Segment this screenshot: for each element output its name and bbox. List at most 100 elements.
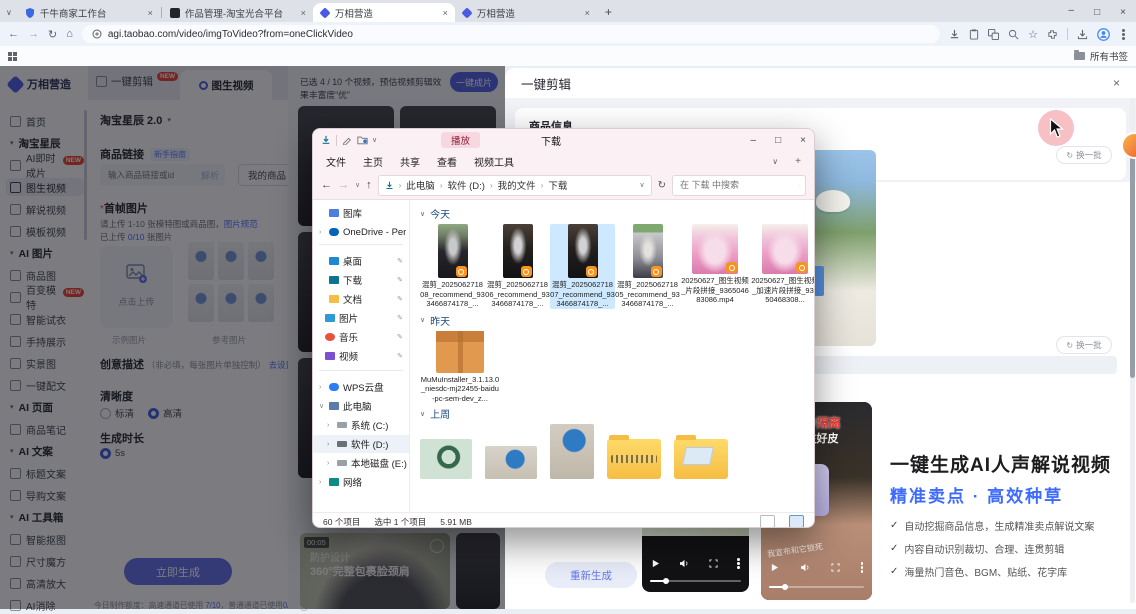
- group-today[interactable]: ∨今天: [420, 206, 815, 221]
- group-yesterday[interactable]: ∨昨天: [420, 313, 815, 328]
- browser-tab-3-active[interactable]: 万相营造 ×: [313, 3, 455, 22]
- file-folder[interactable]: [674, 439, 728, 479]
- browser-menu-kebab-icon[interactable]: [1122, 33, 1125, 36]
- translate-icon[interactable]: [988, 29, 999, 40]
- toolbar-chevron-icon[interactable]: ∨: [372, 136, 377, 144]
- file-today-1[interactable]: 混剪_202506271808_recommend_933466874178_.…: [420, 224, 485, 309]
- fullscreen-icon[interactable]: [831, 563, 840, 572]
- nav-drive-d-selected[interactable]: ›软件 (D:): [313, 435, 409, 453]
- file-zip-folder[interactable]: [607, 439, 661, 479]
- collapse-chevron-icon[interactable]: ∨: [420, 410, 425, 418]
- group-last-week[interactable]: ∨上周: [420, 406, 815, 421]
- zoom-search-icon[interactable]: [1008, 29, 1019, 40]
- fullscreen-icon[interactable]: [709, 559, 718, 568]
- profile-avatar[interactable]: [1097, 28, 1110, 41]
- collapse-chevron-icon[interactable]: ∨: [420, 210, 425, 218]
- volume-icon[interactable]: [679, 559, 690, 568]
- nav-drive-c[interactable]: ›系统 (C:): [313, 416, 409, 434]
- breadcrumb[interactable]: ›此电脑 ›软件 (D:) ›我的文件 ›下载 ∨: [378, 175, 652, 196]
- list-view-icon[interactable]: [760, 515, 775, 528]
- crumb-downloads[interactable]: 下载: [548, 178, 567, 192]
- crumb-my-files[interactable]: 我的文件: [498, 178, 536, 192]
- refresh-batch-button-1[interactable]: ↻换一批: [1056, 146, 1112, 164]
- crumb-drive-d[interactable]: 软件 (D:): [447, 178, 484, 192]
- crumb-this-pc[interactable]: 此电脑: [406, 178, 435, 192]
- play-contextual-tab[interactable]: 播放: [441, 132, 480, 148]
- file-image-green[interactable]: [420, 439, 472, 479]
- play-icon[interactable]: [770, 563, 779, 572]
- file-mumu-installer[interactable]: MuMuInstaller_3.1.13.0_niesdc-mj22455-ba…: [420, 331, 500, 404]
- player-kebab-icon[interactable]: [861, 566, 864, 569]
- regenerate-button[interactable]: 重新生成: [545, 562, 637, 588]
- extensions-icon[interactable]: [1047, 29, 1058, 40]
- clipboard-icon[interactable]: [969, 29, 979, 40]
- nav-desktop[interactable]: 桌面✎: [313, 252, 409, 270]
- menu-view[interactable]: 查看: [437, 154, 457, 169]
- nav-pictures[interactable]: 图片✎: [313, 309, 409, 327]
- tab-close-icon[interactable]: ×: [148, 8, 153, 18]
- refresh-icon[interactable]: ↻: [658, 180, 666, 191]
- window-close-button[interactable]: ×: [1120, 7, 1126, 18]
- window-minimize-button[interactable]: –: [1069, 5, 1075, 16]
- home-icon[interactable]: ⌂: [66, 28, 73, 40]
- collapse-chevron-icon[interactable]: ∨: [420, 316, 425, 324]
- nav-gallery[interactable]: 图库: [313, 204, 409, 222]
- tab-close-icon[interactable]: ×: [585, 8, 590, 18]
- modal-close-icon[interactable]: ×: [1113, 76, 1120, 90]
- reload-icon[interactable]: ↻: [48, 28, 57, 41]
- nav-documents[interactable]: 文档✎: [313, 290, 409, 308]
- file-today-5[interactable]: 20250627_图生视频_片段拼接_936504683086.mp4: [680, 224, 750, 305]
- file-today-6[interactable]: 20250627_图生视频_加速片段拼接_93650468308...: [750, 224, 815, 305]
- nav-up-icon[interactable]: ↑: [366, 179, 372, 191]
- nav-wps-cloud[interactable]: ›WPS云盘: [313, 378, 409, 396]
- menu-video-tools[interactable]: 视频工具: [474, 154, 514, 169]
- ribbon-collapse-icon[interactable]: ∨: [772, 157, 778, 166]
- downloads-tray-icon[interactable]: [1077, 29, 1088, 40]
- nav-videos[interactable]: 视频✎: [313, 347, 409, 365]
- url-bar[interactable]: agi.taobao.com/video/imgToVideo?from=one…: [82, 25, 940, 43]
- explorer-search-input[interactable]: [678, 179, 799, 191]
- progress-bar[interactable]: [769, 586, 864, 588]
- nav-onedrive[interactable]: ›OneDrive - Per: [313, 223, 409, 241]
- file-today-4[interactable]: 混剪_202506271805_recommend_933466874178_.…: [615, 224, 680, 309]
- player-kebab-icon[interactable]: [737, 562, 740, 565]
- apps-grid-icon[interactable]: [8, 52, 17, 61]
- url-text[interactable]: agi.taobao.com/video/imgToVideo?from=one…: [108, 29, 353, 40]
- file-today-3-selected[interactable]: 混剪_202506271807_recommend_933466874178_.…: [550, 224, 615, 309]
- menu-file[interactable]: 文件: [326, 154, 346, 169]
- file-image-hat[interactable]: [485, 446, 537, 479]
- file-explorer-window[interactable]: ∨ 播放 下载 – □ × 文件 主页 共享 查看 视频工具 ∨ + ← → ∨…: [312, 128, 815, 528]
- all-bookmarks[interactable]: 所有书签: [1074, 49, 1128, 63]
- explorer-maximize-button[interactable]: □: [775, 135, 781, 146]
- site-info-icon[interactable]: [92, 29, 102, 39]
- ribbon-help-icon[interactable]: +: [795, 156, 801, 167]
- tab-search-icon[interactable]: ∨: [6, 8, 12, 17]
- modal-scrollbar[interactable]: [1130, 98, 1135, 603]
- nav-downloads[interactable]: 下载✎: [313, 271, 409, 289]
- refresh-batch-button-2[interactable]: ↻换一批: [1056, 336, 1112, 354]
- nav-music[interactable]: 音乐✎: [313, 328, 409, 346]
- new-tab-button[interactable]: +: [605, 5, 612, 19]
- browser-tab-1[interactable]: 千牛商家工作台 ×: [18, 3, 160, 22]
- nav-network[interactable]: ›网络: [313, 473, 409, 491]
- properties-icon[interactable]: [342, 135, 352, 145]
- bookmark-star-icon[interactable]: ☆: [1028, 28, 1038, 41]
- nav-this-pc[interactable]: ∨此电脑: [313, 397, 409, 415]
- browser-tab-4[interactable]: 万相营造 ×: [455, 3, 597, 22]
- file-image-hat-tall[interactable]: [550, 424, 594, 479]
- nav-history-chevron-icon[interactable]: ∨: [355, 181, 360, 189]
- tab-close-icon[interactable]: ×: [301, 8, 306, 18]
- play-icon[interactable]: [651, 559, 660, 568]
- new-folder-icon[interactable]: [357, 135, 368, 145]
- forward-icon[interactable]: →: [28, 28, 39, 40]
- file-today-2[interactable]: 混剪_202506271806_recommend_933466874178_.…: [485, 224, 550, 309]
- address-dropdown-icon[interactable]: ∨: [639, 181, 644, 189]
- thumbnail-view-icon[interactable]: [789, 515, 804, 528]
- nav-drive-e[interactable]: ›本地磁盘 (E:): [313, 454, 409, 472]
- browser-tab-2[interactable]: 作品管理-淘宝光合平台 ×: [163, 3, 313, 22]
- menu-home[interactable]: 主页: [363, 154, 383, 169]
- tab-close-icon[interactable]: ×: [443, 8, 448, 18]
- explorer-minimize-button[interactable]: –: [751, 135, 757, 146]
- explorer-titlebar[interactable]: ∨ 播放 下载 – □ ×: [313, 129, 814, 151]
- progress-bar[interactable]: [650, 580, 741, 582]
